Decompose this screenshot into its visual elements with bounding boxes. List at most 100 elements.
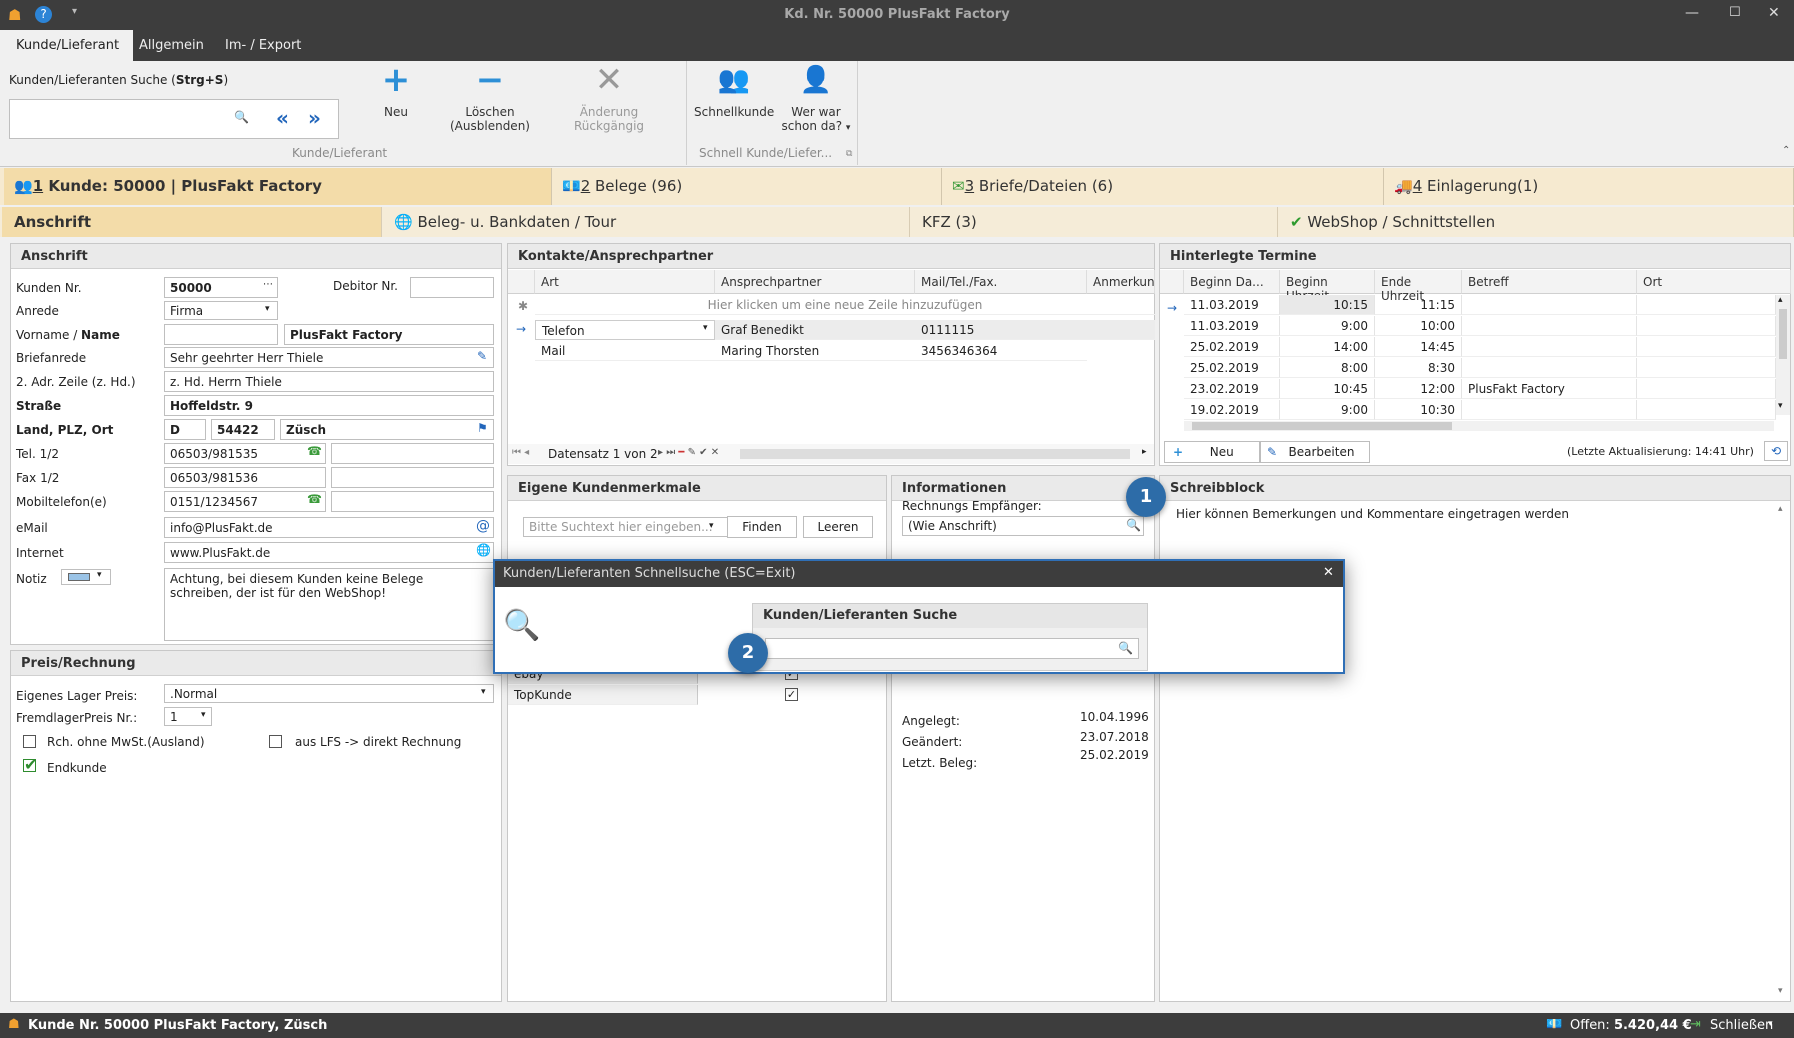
minimize-icon[interactable]: — (1685, 5, 1699, 21)
notiz-textarea[interactable]: Achtung, bei diesem Kunden keine Belege … (164, 568, 494, 641)
collapse-ribbon-icon[interactable]: ⌃ (1782, 145, 1790, 156)
dialog-search-input[interactable]: 🔍 (765, 638, 1139, 659)
row-contact[interactable]: 3456346364 (915, 341, 1087, 361)
edit-icon[interactable]: ✎ (477, 349, 487, 363)
scroll-up-icon[interactable]: ▴ (1778, 295, 1783, 305)
termin-cell[interactable]: 14:00 (1280, 337, 1375, 357)
name-input[interactable]: PlusFakt Factory (284, 324, 494, 345)
merkmale-search-input[interactable]: Bitte Suchtext hier eingeben... (523, 517, 729, 537)
termin-cell[interactable]: 11.03.2019 (1184, 316, 1280, 336)
email-input[interactable]: info@PlusFakt.de (164, 517, 494, 538)
search-icon[interactable]: 🔍 (1126, 518, 1141, 532)
at-icon[interactable]: @ (476, 518, 490, 534)
prev-record-icon[interactable]: « (276, 106, 289, 130)
search-icon[interactable]: 🔍 (1118, 641, 1133, 655)
chevron-down-icon[interactable]: ▾ (481, 687, 486, 697)
scroll-thumb[interactable] (1779, 309, 1787, 359)
re-input[interactable]: (Wie Anschrift) (902, 516, 1144, 536)
termin-cell[interactable] (1637, 337, 1776, 357)
col-ende-uhrzeit[interactable]: Ende Uhrzeit (1375, 270, 1462, 303)
chevron-down-icon[interactable]: ▾ (265, 304, 270, 314)
plz-input[interactable]: 54422 (211, 419, 275, 440)
tab-belege[interactable]: 💶2 Belege (96) (552, 168, 942, 205)
internet-input[interactable]: www.PlusFakt.de (164, 542, 494, 563)
row-person[interactable]: Maring Thorsten (715, 341, 915, 361)
tel2-input[interactable] (331, 443, 494, 464)
schreibblock-text[interactable]: Hier können Bemerkungen und Kommentare e… (1176, 507, 1569, 521)
tab-im-export[interactable]: Im- / Export (225, 38, 301, 53)
anrede-select[interactable]: Firma (164, 301, 278, 320)
vertical-scrollbar[interactable]: ▴ ▾ (1776, 295, 1790, 415)
notiz-color-picker[interactable]: ▾ (61, 569, 111, 585)
nav-first-icon[interactable]: ⏮ ◂ (512, 447, 529, 458)
termin-cell[interactable] (1462, 337, 1637, 357)
rch-checkbox[interactable] (23, 735, 36, 748)
tab-webshop[interactable]: ✔ WebShop / Schnittstellen (1278, 207, 1794, 237)
col-ort[interactable]: Ort (1637, 270, 1791, 294)
termin-cell[interactable] (1637, 295, 1776, 315)
termin-cell[interactable]: 19.02.2019 (1184, 400, 1280, 420)
next-record-icon[interactable]: » (308, 106, 321, 130)
row-art[interactable]: Telefon (535, 320, 715, 340)
col-ansprechpartner[interactable]: Ansprechpartner (715, 270, 915, 294)
scroll-thumb[interactable] (1192, 422, 1452, 430)
scroll-down-icon[interactable]: ▾ (1778, 986, 1783, 996)
tab-einlagerung[interactable]: 🚚4 Einlagerung(1) (1384, 168, 1794, 205)
termin-cell[interactable]: PlusFakt Factory (1462, 379, 1637, 399)
termin-cell[interactable]: 11.03.2019 (1184, 295, 1280, 315)
phone-icon[interactable]: ☎ (307, 492, 322, 506)
loeschen-button[interactable]: − Löschen (Ausblenden) (446, 61, 534, 133)
tab-anschrift[interactable]: Anschrift (2, 207, 382, 237)
col-beginn-uhrzeit[interactable]: Beginn Uhrzeit (1280, 270, 1375, 303)
termin-cell[interactable] (1462, 358, 1637, 378)
termin-cell[interactable] (1637, 358, 1776, 378)
row-note[interactable] (1087, 320, 1155, 340)
globe-icon[interactable]: 🌐 (476, 543, 491, 557)
maximize-icon[interactable]: ☐ (1729, 5, 1741, 20)
termin-cell[interactable] (1462, 295, 1637, 315)
scroll-down-icon[interactable]: ▾ (1778, 401, 1783, 411)
tab-kfz[interactable]: KFZ (3) (910, 207, 1278, 237)
endkunde-checkbox[interactable]: ✔ (23, 757, 37, 773)
tab-briefe[interactable]: ✉3 Briefe/Dateien (6) (942, 168, 1384, 205)
termin-cell[interactable] (1462, 316, 1637, 336)
termin-cell[interactable]: 10:30 (1375, 400, 1462, 420)
chevron-down-icon[interactable]: ▾ (709, 521, 714, 531)
termin-cell[interactable]: 9:00 (1280, 400, 1375, 420)
map-icon[interactable]: ⚑ (477, 421, 488, 435)
schliessen-button[interactable]: Schließen (1710, 1018, 1773, 1033)
vorname-input[interactable] (164, 324, 278, 345)
row-contact[interactable]: 0111115 (915, 320, 1087, 340)
schnellkunde-button[interactable]: 👥 Schnellkunde (694, 61, 774, 119)
termin-cell[interactable]: 8:00 (1280, 358, 1375, 378)
dialog-launcher-icon[interactable]: ⧉ (846, 149, 852, 159)
ribbon-search-input[interactable]: 🔍 « » (9, 99, 339, 139)
termin-cell[interactable]: 25.02.2019 (1184, 337, 1280, 357)
fax-input[interactable]: 06503/981536 (164, 467, 326, 488)
col-anmerkung[interactable]: Anmerkun (1087, 270, 1155, 294)
termin-neu-button[interactable]: + Neu (1164, 441, 1260, 463)
kundennr-input[interactable]: 50000 (164, 277, 278, 298)
termin-cell[interactable]: 12:00 (1375, 379, 1462, 399)
termin-cell[interactable] (1462, 400, 1637, 420)
termin-cell[interactable]: 23.02.2019 (1184, 379, 1280, 399)
finden-button[interactable]: Finden (727, 516, 797, 538)
tel-input[interactable]: 06503/981535 (164, 443, 326, 464)
adr2-input[interactable]: z. Hd. Herrn Thiele (164, 371, 494, 392)
debitor-input[interactable] (410, 277, 494, 298)
scroll-right-icon[interactable]: ▸ (1142, 447, 1147, 457)
strasse-input[interactable]: Hoffeldstr. 9 (164, 395, 494, 416)
termin-cell[interactable]: 10:45 (1280, 379, 1375, 399)
row-person[interactable]: Graf Benedikt (715, 320, 915, 340)
dialog-close-icon[interactable]: ✕ (1323, 565, 1334, 580)
col-art[interactable]: Art (535, 270, 715, 294)
new-row-hint[interactable]: Hier klicken um eine neue Zeile hinzuzuf… (535, 295, 1155, 315)
termin-cell[interactable] (1637, 379, 1776, 399)
fax2-input[interactable] (331, 467, 494, 488)
ellipsis-icon[interactable]: ⋯ (263, 279, 273, 290)
wer-war-button[interactable]: 👤 Wer war schon da? ▾ (780, 61, 852, 133)
tab-kunde-lieferant[interactable]: Kunde/Lieferant (0, 30, 134, 61)
tab-allgemein[interactable]: Allgemein (139, 38, 204, 53)
mobil-input[interactable]: 0151/1234567 (164, 491, 326, 512)
horizontal-scrollbar[interactable] (1184, 421, 1774, 431)
